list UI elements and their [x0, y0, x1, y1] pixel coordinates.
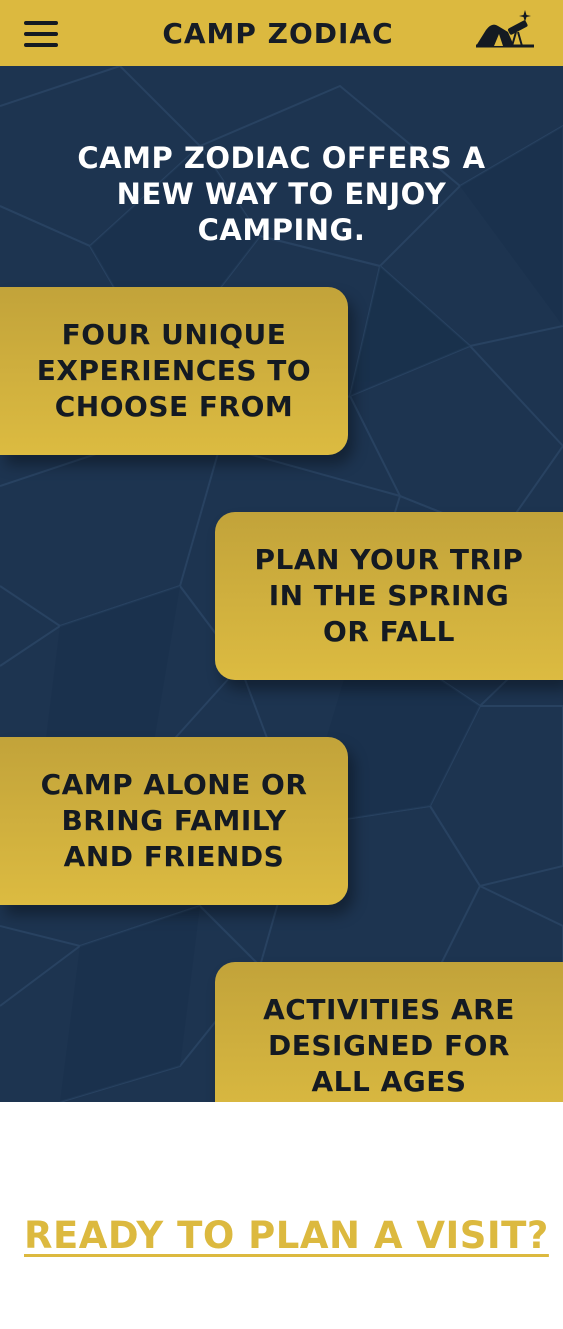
hero-title: CAMP ZODIAC OFFERS A NEW WAY TO ENJOY CA… — [77, 141, 486, 247]
plan-visit-cta: READY TO PLAN A VISIT? — [24, 1210, 548, 1260]
hamburger-menu-icon[interactable] — [24, 21, 60, 47]
feature-card-ages: ACTIVITIES ARE DESIGNED FOR ALL AGES — [215, 962, 563, 1102]
plan-visit-link[interactable]: READY TO PLAN A VISIT? — [24, 1214, 549, 1257]
logo[interactable]: CAMP ZODIAC — [150, 14, 406, 52]
tent-telescope-icon — [476, 10, 534, 48]
hero-section: CAMP ZODIAC OFFERS A NEW WAY TO ENJOY CA… — [0, 66, 563, 1102]
site-header: CAMP ZODIAC — [0, 0, 563, 66]
feature-card-group: CAMP ALONE OR BRING FAMILY AND FRIENDS — [0, 737, 348, 905]
feature-card-seasons: PLAN YOUR TRIP IN THE SPRING OR FALL — [215, 512, 563, 680]
feature-card-experiences: FOUR UNIQUE EXPERIENCES TO CHOOSE FROM — [0, 287, 348, 455]
